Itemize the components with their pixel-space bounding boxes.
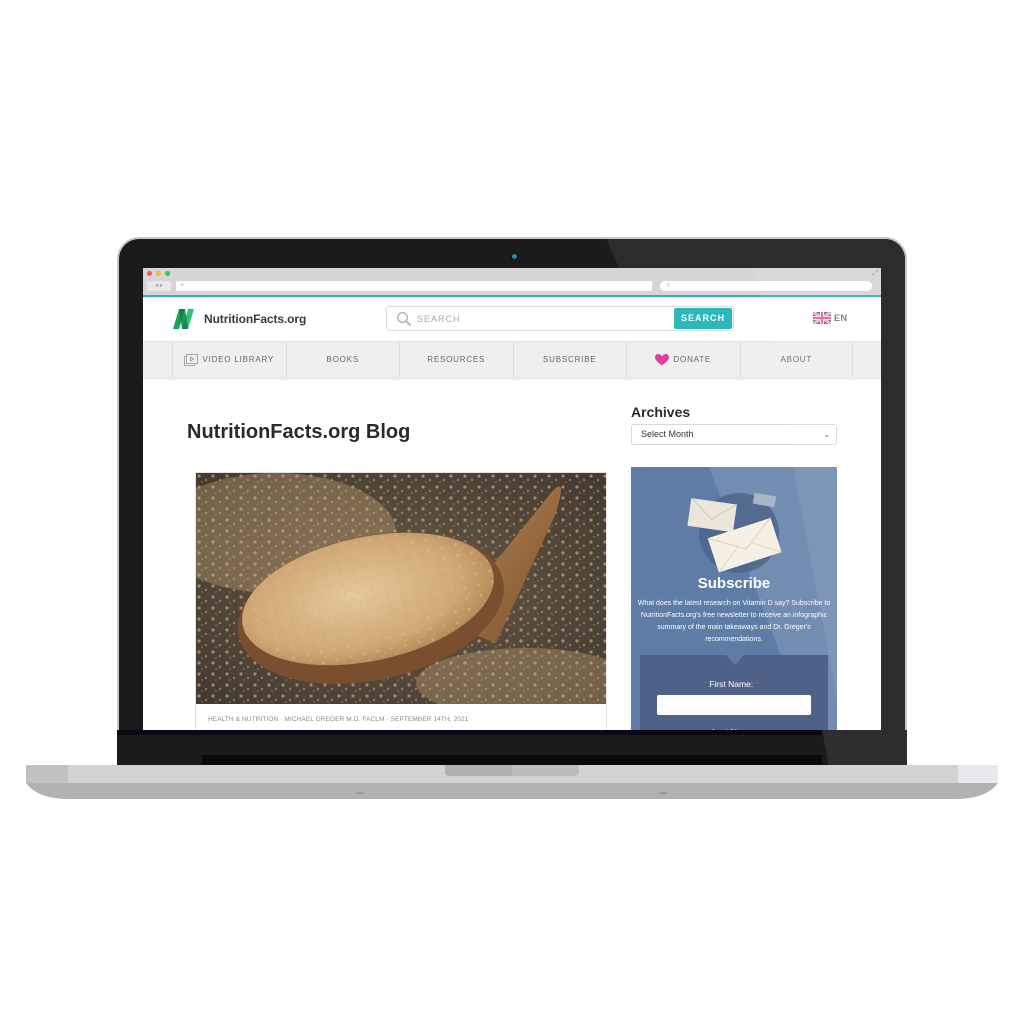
logo-text: NutritionFacts.org — [204, 312, 307, 326]
page-title: NutritionFacts.org Blog — [187, 421, 411, 443]
browser-window: ◂ ▸ + ⚲ ⤢ NutritionFacts.org SEARCH SEAR… — [143, 268, 881, 730]
address-bar[interactable]: + — [176, 281, 652, 291]
subscribe-title: Subscribe — [697, 575, 771, 592]
archives-month-select[interactable]: Select Month ⌄ — [631, 424, 837, 445]
uk-flag-icon — [813, 312, 831, 324]
nav-label: RESOURCES — [427, 355, 486, 364]
search-icon — [396, 311, 412, 327]
search-icon: ⚲ — [666, 283, 671, 289]
subscribe-widget: Subscribe What does the latest research … — [631, 467, 837, 730]
close-window-button[interactable] — [147, 271, 152, 276]
envelopes-icon — [687, 492, 782, 573]
logo-n-icon — [173, 309, 194, 329]
video-library-icon — [184, 353, 199, 366]
nav-label: SUBSCRIBE — [543, 355, 597, 364]
archives-heading: Archives — [631, 404, 691, 420]
nutritional-yeast-photo — [196, 473, 606, 704]
nav-label: DONATE — [673, 355, 712, 364]
browser-chrome: ◂ ▸ + ⚲ ⤢ — [143, 268, 881, 297]
first-name-field[interactable] — [657, 695, 811, 715]
heart-icon — [655, 353, 670, 365]
nav-item-books[interactable]: BOOKS — [285, 342, 400, 377]
post-featured-image[interactable] — [196, 473, 606, 704]
laptop-base — [26, 765, 998, 799]
site-logo[interactable]: NutritionFacts.org — [173, 309, 306, 329]
webcam — [511, 253, 518, 260]
browser-search-field[interactable]: ⚲ — [660, 281, 872, 291]
post-meta: HEALTH & NUTRITION · MICHAEL GREGER M.D.… — [208, 716, 469, 723]
first-name-label-text: First Name: — [709, 679, 754, 689]
language-selector[interactable]: EN — [813, 312, 848, 324]
required-marker: * — [755, 679, 759, 689]
nav-label: ABOUT — [780, 355, 813, 364]
back-forward-buttons[interactable]: ◂ ▸ — [147, 281, 171, 291]
form-notch — [726, 655, 744, 665]
first-name-label: First Name: * — [640, 679, 828, 689]
select-value: Select Month — [641, 429, 694, 439]
nav-item-donate[interactable]: DONATE — [626, 342, 740, 377]
language-label: EN — [834, 313, 848, 323]
minimize-window-button[interactable] — [156, 271, 161, 276]
nav-label: BOOKS — [326, 355, 359, 364]
chevron-down-icon: ⌄ — [823, 430, 830, 439]
site-search[interactable]: SEARCH SEARCH — [386, 306, 734, 331]
nav-item-about[interactable]: ABOUT — [739, 342, 853, 377]
site-header: NutritionFacts.org SEARCH SEARCH EN — [143, 297, 881, 341]
blog-post-card[interactable]: HEALTH & NUTRITION · MICHAEL GREGER M.D.… — [195, 472, 607, 730]
nav-label: VIDEO LIBRARY — [202, 355, 275, 364]
maximize-window-button[interactable] — [165, 271, 170, 276]
nav-item-subscribe[interactable]: SUBSCRIBE — [512, 342, 627, 377]
laptop-mockup: ◂ ▸ + ⚲ ⤢ NutritionFacts.org SEARCH SEAR… — [0, 0, 1024, 1024]
search-button[interactable]: SEARCH — [674, 308, 732, 329]
nav-item-video-library[interactable]: VIDEO LIBRARY — [172, 342, 286, 377]
nav-item-resources[interactable]: RESOURCES — [399, 342, 513, 377]
search-input[interactable]: SEARCH — [417, 314, 461, 324]
laptop-bottom-bezel — [117, 730, 907, 767]
main-nav: VIDEO LIBRARY BOOKS RESOURCES SUBSCRIBE … — [143, 341, 881, 377]
subscribe-form: First Name: * Last Name: — [640, 655, 828, 730]
fullscreen-icon[interactable]: ⤢ — [872, 270, 878, 278]
subscribe-description: What does the latest research on Vitamin… — [637, 600, 831, 643]
